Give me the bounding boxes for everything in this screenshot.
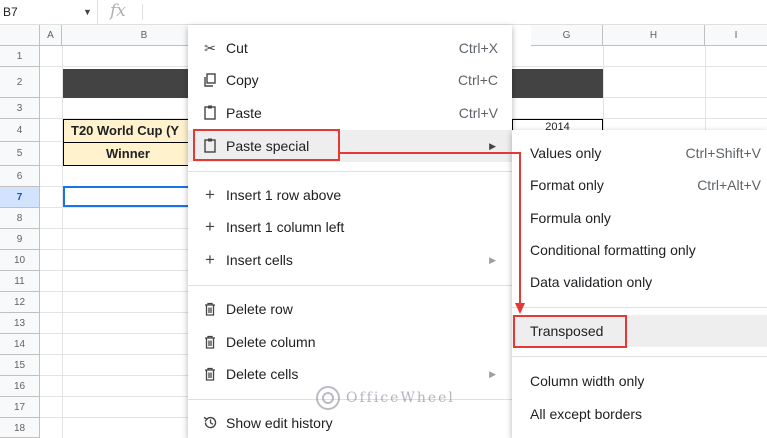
grid-line — [62, 46, 63, 438]
menu-item-paste[interactable]: Paste Ctrl+V — [188, 97, 512, 129]
row-header-17[interactable]: 17 — [0, 397, 40, 418]
selected-cell-b7[interactable] — [63, 186, 203, 207]
menu-item-shortcut: Ctrl+C — [457, 72, 498, 88]
row-header-8[interactable]: 8 — [0, 208, 40, 229]
submenu-item-label: Data validation only — [530, 274, 653, 290]
menu-item-delete-cells[interactable]: Delete cells ▶ — [188, 358, 512, 390]
row-header-14[interactable]: 14 — [0, 334, 40, 355]
column-header-g[interactable]: G — [531, 25, 603, 46]
row-header-3[interactable]: 3 — [0, 98, 40, 119]
submenu-item-column-width-only[interactable]: Column width only — [512, 365, 767, 397]
chevron-down-icon[interactable]: ▼ — [83, 0, 92, 24]
menu-item-cut[interactable]: ✂ Cut Ctrl+X — [188, 32, 512, 64]
submenu-item-label: Values only — [530, 145, 602, 161]
menu-item-label: Delete column — [226, 334, 316, 350]
menu-divider — [188, 285, 512, 286]
menu-item-show-edit-history[interactable]: Show edit history — [188, 407, 512, 438]
row-header-1[interactable]: 1 — [0, 46, 40, 67]
plus-icon: + — [205, 250, 215, 269]
context-menu: ✂ Cut Ctrl+X Copy Ctrl+C Paste Ctrl+V Pa… — [188, 25, 512, 438]
cell-b4[interactable]: T20 World Cup (Y — [63, 119, 203, 143]
row-header-4[interactable]: 4 — [0, 119, 40, 142]
paste-special-submenu: Values only Ctrl+Shift+V Format only Ctr… — [512, 130, 767, 438]
row-header-7[interactable]: 7 — [0, 187, 40, 208]
menu-divider — [512, 307, 767, 308]
menu-item-label: Paste — [226, 105, 262, 121]
menu-item-label: Insert cells — [226, 252, 293, 268]
menu-divider — [512, 356, 767, 357]
divider — [142, 4, 143, 20]
row-header-2[interactable]: 2 — [0, 67, 40, 98]
highlight-paste-special — [193, 129, 340, 161]
submenu-item-values-only[interactable]: Values only Ctrl+Shift+V — [512, 137, 767, 169]
submenu-item-label: Column width only — [530, 373, 645, 389]
menu-item-shortcut: Ctrl+V — [458, 105, 498, 121]
row-header-9[interactable]: 9 — [0, 229, 40, 250]
menu-divider — [188, 171, 512, 172]
menu-item-shortcut: Ctrl+X — [458, 40, 498, 56]
cell-reference: B7 — [3, 5, 18, 19]
menu-item-label: Copy — [226, 72, 259, 88]
submenu-item-conditional-formatting-only[interactable]: Conditional formatting only — [512, 234, 767, 266]
trash-icon — [201, 293, 219, 327]
row-header-5[interactable]: 5 — [0, 142, 40, 166]
cell-f4[interactable]: 2014 — [512, 119, 603, 130]
menu-item-label: Cut — [226, 40, 248, 56]
menu-item-insert-row[interactable]: + Insert 1 row above — [188, 179, 512, 211]
row-header-16[interactable]: 16 — [0, 376, 40, 397]
row-header-18[interactable]: 18 — [0, 418, 40, 438]
history-icon — [201, 407, 219, 438]
submenu-item-shortcut: Ctrl+Shift+V — [685, 145, 761, 161]
formula-bar: B7 ▼ fx — [0, 0, 767, 25]
menu-item-insert-column[interactable]: + Insert 1 column left — [188, 211, 512, 243]
row-header-15[interactable]: 15 — [0, 355, 40, 376]
menu-item-label: Insert 1 column left — [226, 219, 345, 235]
menu-item-label: Delete cells — [226, 366, 299, 382]
plus-icon: + — [205, 185, 215, 204]
column-header-h[interactable]: H — [603, 25, 705, 46]
submenu-arrow-icon: ▶ — [489, 141, 496, 151]
plus-icon: + — [205, 217, 215, 236]
row-header-13[interactable]: 13 — [0, 313, 40, 334]
row-header-12[interactable]: 12 — [0, 292, 40, 313]
watermark-text: OfficeWheel — [346, 390, 455, 406]
submenu-item-label: All except borders — [530, 406, 643, 422]
menu-item-copy[interactable]: Copy Ctrl+C — [188, 64, 512, 96]
submenu-item-label: Formula only — [530, 210, 611, 226]
officewheel-logo-icon — [316, 386, 340, 410]
cell-b5[interactable]: Winner — [63, 142, 203, 166]
menu-item-label: Delete row — [226, 301, 293, 317]
submenu-item-shortcut: Ctrl+Alt+V — [697, 177, 761, 193]
submenu-item-label: Format only — [530, 177, 604, 193]
row-header-11[interactable]: 11 — [0, 271, 40, 292]
row-header-10[interactable]: 10 — [0, 250, 40, 271]
trash-icon — [201, 326, 219, 360]
copy-icon — [201, 64, 219, 98]
column-header-i[interactable]: I — [705, 25, 767, 46]
highlight-transposed — [513, 315, 627, 348]
submenu-item-all-except-borders[interactable]: All except borders — [512, 398, 767, 430]
menu-item-delete-row[interactable]: Delete row — [188, 293, 512, 325]
submenu-item-formula-only[interactable]: Formula only — [512, 202, 767, 234]
menu-item-delete-column[interactable]: Delete column — [188, 326, 512, 358]
submenu-item-label: Conditional formatting only — [530, 242, 696, 258]
submenu-arrow-icon: ▶ — [489, 369, 496, 379]
row-header-6[interactable]: 6 — [0, 166, 40, 187]
fx-icon: fx — [110, 1, 126, 21]
menu-item-insert-cells[interactable]: + Insert cells ▶ — [188, 244, 512, 276]
trash-icon — [201, 358, 219, 392]
scissors-icon: ✂ — [204, 40, 216, 56]
column-header-a[interactable]: A — [40, 25, 62, 46]
submenu-arrow-icon: ▶ — [489, 255, 496, 265]
select-all-corner[interactable] — [0, 25, 40, 46]
menu-item-label: Insert 1 row above — [226, 187, 342, 203]
clipboard-icon — [201, 97, 219, 131]
submenu-item-data-validation-only[interactable]: Data validation only — [512, 266, 767, 298]
submenu-item-format-only[interactable]: Format only Ctrl+Alt+V — [512, 169, 767, 201]
